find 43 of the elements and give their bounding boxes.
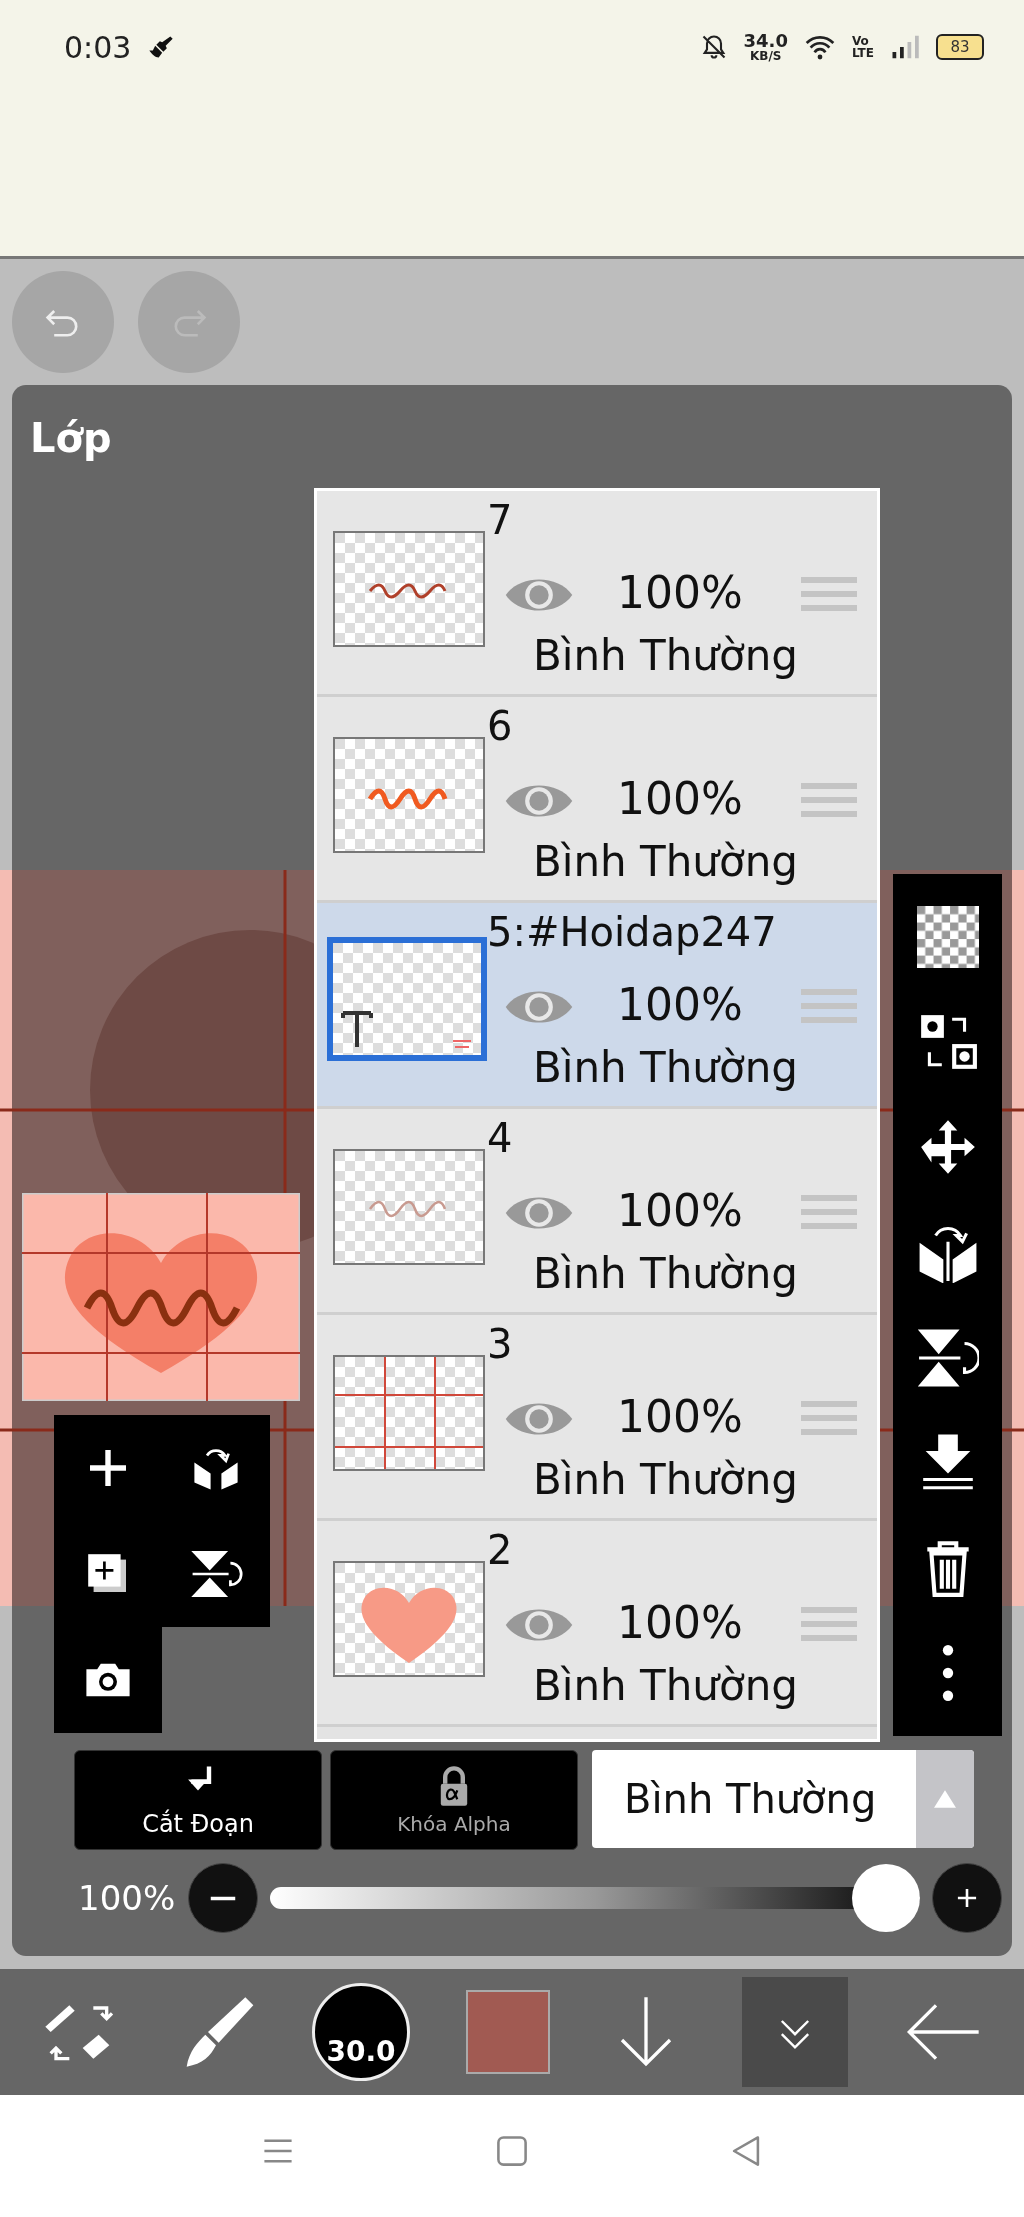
drag-handle-icon[interactable]: [801, 1607, 857, 1641]
layer-blend-mode: Bình Thường: [533, 631, 798, 680]
transparency-icon[interactable]: [916, 905, 979, 968]
layer-opacity: 100%: [617, 979, 743, 1030]
layer-name: 2: [487, 1527, 513, 1573]
opacity-reading: 100%: [78, 1878, 177, 1918]
layer-blend-mode: Bình Thường: [533, 1661, 798, 1710]
layer-opacity: 100%: [617, 1391, 743, 1442]
caret-icon: [934, 1790, 956, 1808]
blend-mode-select[interactable]: Bình Thường: [592, 1750, 974, 1848]
camera-icon[interactable]: [54, 1627, 162, 1733]
minus-icon: [210, 1894, 236, 1902]
home-icon[interactable]: [495, 2134, 529, 2168]
drag-handle-icon[interactable]: [801, 783, 857, 817]
layer-name: 5:#Hoidap247: [487, 909, 777, 955]
opacity-slider[interactable]: [270, 1863, 920, 1933]
layer-opacity: 100%: [617, 1185, 743, 1236]
layer-action-button[interactable]: Cắt Đoạn: [74, 1750, 322, 1850]
layer-blend-mode: Bình Thường: [533, 1455, 798, 1504]
network-speed: 34.0: [743, 32, 788, 50]
layer-blend-mode: Bình Thường: [533, 1249, 798, 1298]
volte-label: Vo: [851, 35, 870, 47]
layer-name: 4: [487, 1115, 513, 1161]
layer-name: 6: [487, 703, 513, 749]
drag-handle-icon[interactable]: [801, 577, 857, 611]
layer-name: 7: [487, 497, 513, 543]
battery-indicator: 83: [936, 34, 984, 60]
layer-row[interactable]: 5:#Hoidap247 100% Bình Thường: [317, 903, 877, 1109]
layer-opacity: 100%: [617, 567, 743, 618]
layer-opacity: 100%: [617, 1597, 743, 1648]
drag-handle-icon[interactable]: [801, 989, 857, 1023]
layer-blend-mode: Bình Thường: [533, 837, 798, 886]
lte-label: LTE: [851, 47, 874, 59]
speed-unit: KB/S: [750, 50, 782, 62]
color-swatch[interactable]: [466, 1990, 550, 2074]
layer-opacity: 100%: [617, 773, 743, 824]
drag-handle-icon[interactable]: [801, 1195, 857, 1229]
brush-size-button[interactable]: 30.0: [312, 1983, 410, 2081]
layer-name: 3: [487, 1321, 513, 1367]
panel-title: Lớp: [30, 415, 112, 461]
layer-blend-mode: Bình Thường: [533, 1043, 798, 1092]
drag-handle-icon[interactable]: [801, 1401, 857, 1435]
status-time: 0:03: [64, 29, 132, 65]
